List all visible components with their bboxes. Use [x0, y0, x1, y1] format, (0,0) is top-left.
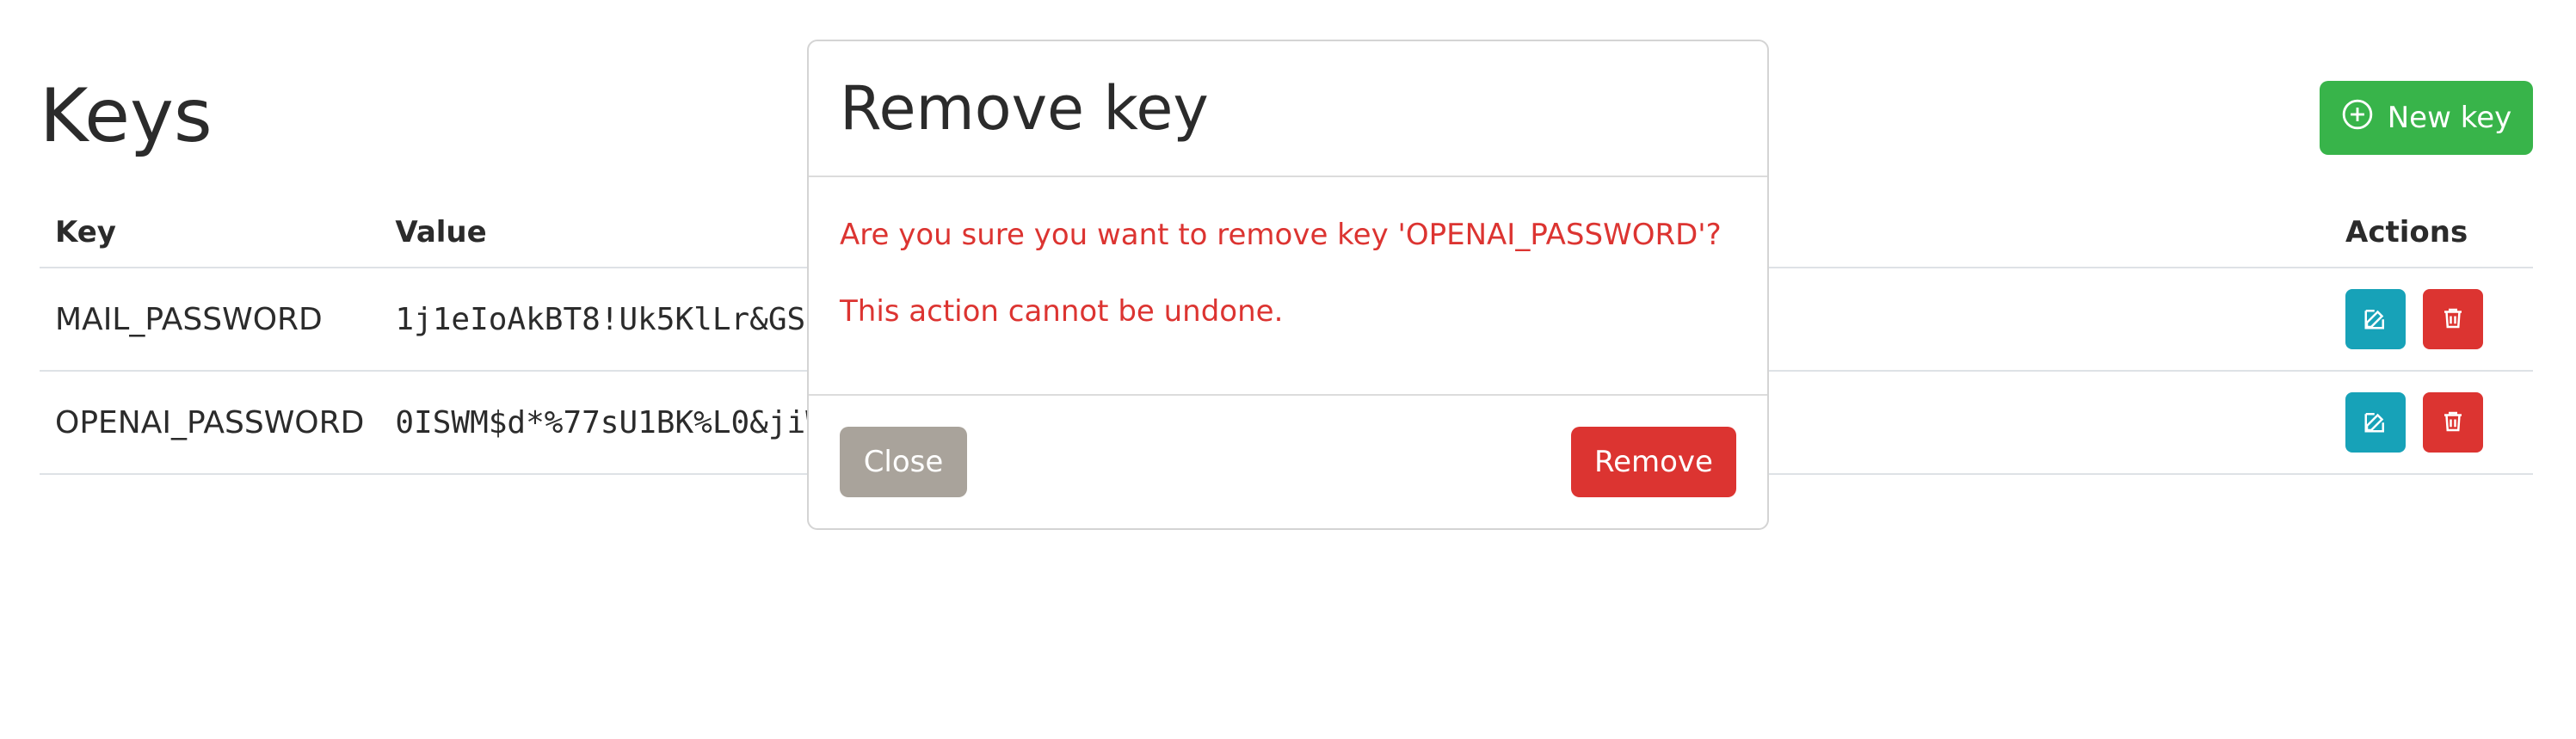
key-name-cell: OPENAI_PASSWORD — [40, 371, 380, 475]
modal-footer: Close Remove — [809, 396, 1767, 528]
modal-header: Remove key — [809, 41, 1767, 177]
remove-key-modal: Remove key Are you sure you want to remo… — [807, 40, 1769, 530]
trash-icon — [2440, 409, 2466, 437]
actions-cell — [2330, 268, 2533, 372]
warning-message: This action cannot be undone. — [840, 293, 1284, 329]
key-name-cell: MAIL_PASSWORD — [40, 268, 380, 372]
column-header-actions: Actions — [2330, 198, 2533, 268]
keys-page: Keys New key Key Value Actions MAIL_PASS… — [0, 0, 2576, 739]
delete-key-button[interactable] — [2423, 392, 2483, 453]
new-key-label: New key — [2387, 101, 2512, 135]
plus-circle-icon — [2341, 98, 2374, 139]
pencil-square-icon — [2363, 409, 2388, 437]
page-title: Keys — [40, 73, 213, 159]
edit-key-button[interactable] — [2345, 392, 2406, 453]
column-header-key: Key — [40, 198, 380, 268]
trash-icon — [2440, 305, 2466, 334]
edit-key-button[interactable] — [2345, 289, 2406, 349]
delete-key-button[interactable] — [2423, 289, 2483, 349]
remove-button[interactable]: Remove — [1571, 427, 1736, 497]
close-button[interactable]: Close — [840, 427, 967, 497]
pencil-square-icon — [2363, 305, 2388, 334]
confirm-message: Are you sure you want to remove key 'OPE… — [840, 218, 1722, 252]
modal-title: Remove key — [840, 73, 1209, 144]
actions-cell — [2330, 371, 2533, 475]
new-key-button[interactable]: New key — [2320, 81, 2533, 155]
modal-body: Are you sure you want to remove key 'OPE… — [809, 177, 1767, 396]
